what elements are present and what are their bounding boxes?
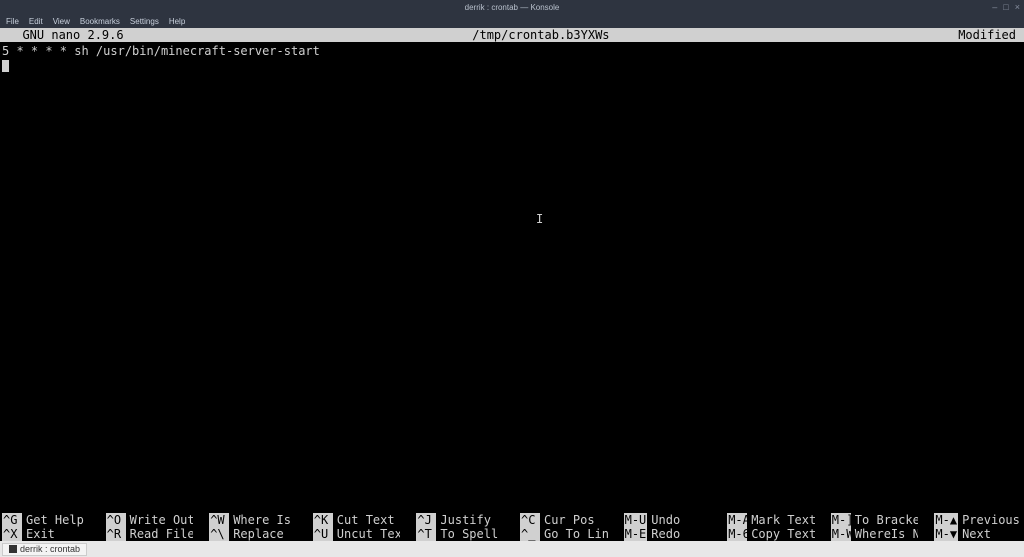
minimize-icon[interactable]: –	[992, 2, 997, 12]
shortcut-item: ^\ Replace	[209, 527, 297, 541]
shortcut-label: To Bracket	[855, 513, 919, 527]
text-cursor-icon: I	[536, 212, 543, 226]
shortcut-key: M-6	[727, 527, 747, 541]
taskbar-item[interactable]: derrik : crontab	[2, 543, 87, 556]
shortcut-item: ^O Write Out	[106, 513, 194, 527]
shortcut-col: ^G Get Help ^X Exit	[2, 513, 90, 541]
shortcut-item: ^X Exit	[2, 527, 90, 541]
window-titlebar: derrik : crontab — Konsole – □ ×	[0, 0, 1024, 14]
shortcut-item: M-6 Copy Text	[727, 527, 815, 541]
shortcut-item: M-▲ Previous	[934, 513, 1022, 527]
menu-view[interactable]: View	[53, 17, 70, 26]
terminal[interactable]: GNU nano 2.9.6 /tmp/crontab.b3YXWs Modif…	[0, 28, 1024, 541]
shortcut-label: Write Out	[130, 513, 194, 527]
shortcut-item: M-W WhereIs Next	[831, 527, 919, 541]
close-icon[interactable]: ×	[1015, 2, 1020, 12]
shortcut-item: M-ERedo	[624, 527, 712, 541]
shortcut-item: ^C Cur Pos	[520, 513, 608, 527]
shortcut-item: ^R Read File	[106, 527, 194, 541]
shortcut-label: Cur Pos	[544, 513, 595, 527]
shortcut-label: Cut Text	[337, 513, 395, 527]
nano-statusbar: GNU nano 2.9.6 /tmp/crontab.b3YXWs Modif…	[0, 28, 1024, 42]
shortcut-item: ^U Uncut Text	[313, 527, 401, 541]
shortcut-key: ^\	[209, 527, 229, 541]
shortcut-key: M-E	[624, 527, 648, 541]
shortcut-item: M-▼ Next	[934, 527, 1022, 541]
shortcut-item: ^J Justify	[416, 513, 504, 527]
shortcut-col: M-UUndoM-ERedo	[624, 513, 712, 541]
shortcut-label: Exit	[26, 527, 55, 541]
shortcut-label: Where Is	[233, 513, 291, 527]
shortcut-key: M-U	[624, 513, 648, 527]
shortcut-item: M-A Mark Text	[727, 513, 815, 527]
shortcut-label: Mark Text	[751, 513, 815, 527]
shortcut-key: ^W	[209, 513, 229, 527]
terminal-icon	[9, 545, 17, 553]
shortcut-col: M-] To Bracket M-W WhereIs Next	[831, 513, 919, 541]
shortcut-key: ^X	[2, 527, 22, 541]
shortcut-item: ^W Where Is	[209, 513, 297, 527]
shortcut-key: ^R	[106, 527, 126, 541]
window-controls: – □ ×	[992, 0, 1020, 14]
shortcut-item: M-] To Bracket	[831, 513, 919, 527]
shortcut-col: ^O Write Out ^R Read File	[106, 513, 194, 541]
nano-version: GNU nano 2.9.6	[2, 28, 124, 42]
shortcut-key: M-▼	[934, 527, 958, 541]
shortcut-key: ^G	[2, 513, 22, 527]
shortcut-key: ^U	[313, 527, 333, 541]
nano-modified: Modified	[958, 28, 1022, 42]
taskbar: derrik : crontab	[0, 541, 1024, 557]
editor-content[interactable]: 5 * * * * sh /usr/bin/minecraft-server-s…	[0, 42, 1024, 513]
shortcut-item: ^G Get Help	[2, 513, 90, 527]
shortcut-key: ^_	[520, 527, 540, 541]
shortcut-key: M-W	[831, 527, 851, 541]
editor-line-1: 5 * * * * sh /usr/bin/minecraft-server-s…	[2, 44, 320, 58]
shortcut-label: Read File	[130, 527, 194, 541]
menu-settings[interactable]: Settings	[130, 17, 159, 26]
menu-bookmarks[interactable]: Bookmarks	[80, 17, 120, 26]
shortcut-label: Redo	[651, 527, 680, 541]
shortcut-key: M-]	[831, 513, 851, 527]
shortcut-label: Next	[962, 527, 991, 541]
shortcut-key: ^T	[416, 527, 436, 541]
shortcut-item: ^K Cut Text	[313, 513, 401, 527]
shortcut-label: Undo	[651, 513, 680, 527]
shortcut-item: ^T To Spell	[416, 527, 504, 541]
shortcut-label: Replace	[233, 527, 284, 541]
shortcut-label: Uncut Text	[337, 527, 401, 541]
nano-filename: /tmp/crontab.b3YXWs	[124, 28, 959, 42]
shortcut-label: Copy Text	[751, 527, 815, 541]
shortcut-col: M-A Mark Text M-6 Copy Text	[727, 513, 815, 541]
shortcut-label: Justify	[440, 513, 491, 527]
shortcut-key: ^K	[313, 513, 333, 527]
shortcut-item: ^_ Go To Line	[520, 527, 608, 541]
shortcut-label: WhereIs Next	[855, 527, 919, 541]
shortcut-key: ^O	[106, 513, 126, 527]
shortcut-col: ^C Cur Pos ^_ Go To Line	[520, 513, 608, 541]
taskbar-item-label: derrik : crontab	[20, 544, 80, 554]
shortcut-item: M-UUndo	[624, 513, 712, 527]
menu-help[interactable]: Help	[169, 17, 185, 26]
shortcut-key: M-A	[727, 513, 747, 527]
shortcut-label: Get Help	[26, 513, 84, 527]
shortcut-key: ^C	[520, 513, 540, 527]
shortcut-key: ^J	[416, 513, 436, 527]
shortcut-col: M-▲ Previous M-▼ Next	[934, 513, 1022, 541]
menu-edit[interactable]: Edit	[29, 17, 43, 26]
shortcut-col: ^J Justify ^T To Spell	[416, 513, 504, 541]
shortcut-label: Go To Line	[544, 527, 608, 541]
nano-shortcut-bar: ^G Get Help ^X Exit ^O Write Out ^R Read File ^W…	[0, 513, 1024, 541]
shortcut-label: Previous	[962, 513, 1020, 527]
cursor-icon	[2, 60, 9, 72]
maximize-icon[interactable]: □	[1003, 2, 1008, 12]
shortcut-label: To Spell	[440, 527, 498, 541]
menubar: File Edit View Bookmarks Settings Help	[0, 14, 1024, 28]
shortcut-col: ^W Where Is ^\ Replace	[209, 513, 297, 541]
shortcut-key: M-▲	[934, 513, 958, 527]
menu-file[interactable]: File	[6, 17, 19, 26]
window-title: derrik : crontab — Konsole	[465, 3, 560, 12]
shortcut-col: ^K Cut Text ^U Uncut Text	[313, 513, 401, 541]
